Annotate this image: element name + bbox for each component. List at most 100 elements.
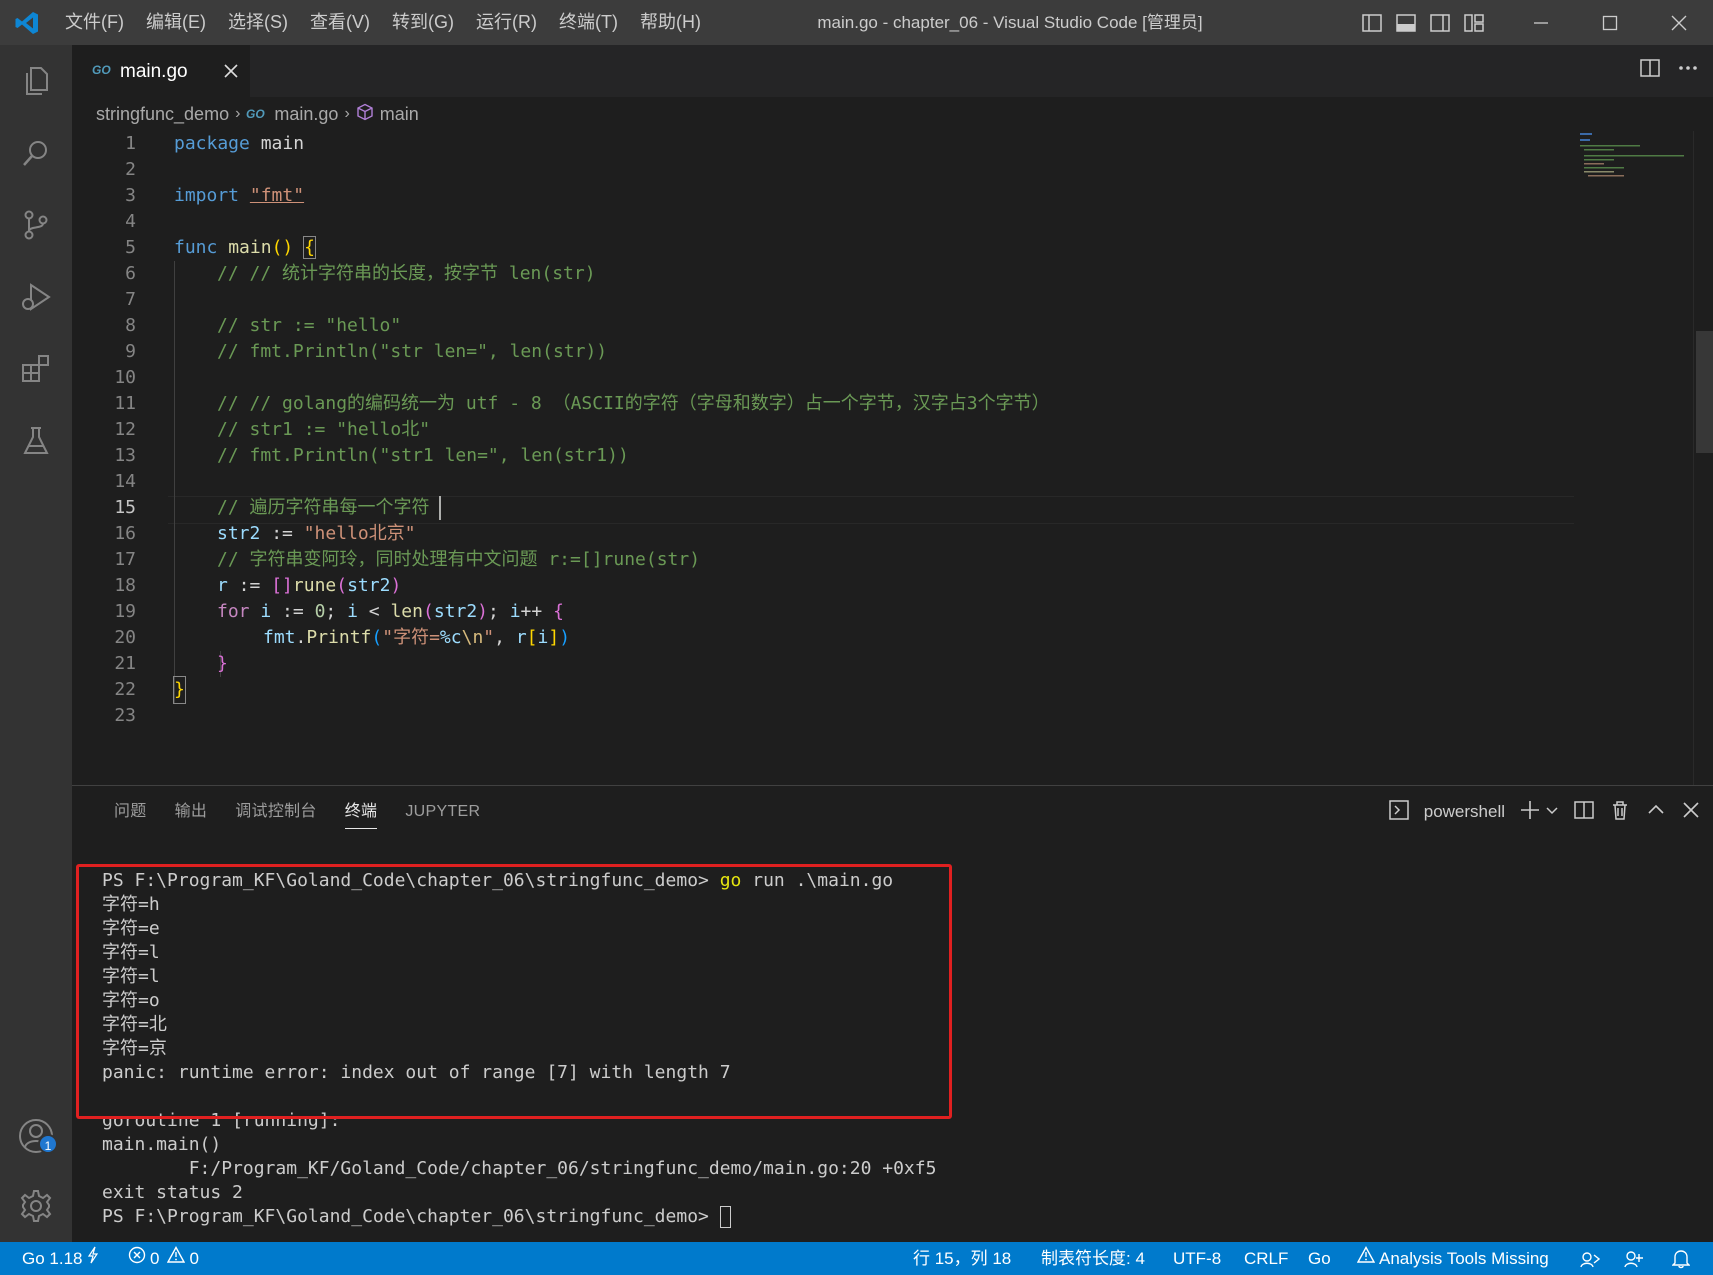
testing-icon[interactable] — [0, 405, 72, 477]
code-token: Printf — [306, 627, 372, 648]
eol-status[interactable]: CRLF — [1244, 1242, 1288, 1275]
notifications-bell-icon[interactable] — [1672, 1242, 1690, 1275]
menu-go[interactable]: 转到(G) — [381, 0, 465, 45]
warning-icon — [167, 1242, 186, 1275]
status-bar: Go 1.18 0 0 行 15，列 18 制表符长度: 4 UTF-8 CRL… — [0, 1242, 1713, 1275]
code-editor[interactable]: 1 package main 2 3 import "fmt" 4 5 func ma… — [72, 131, 1592, 785]
code-comment: // fmt.Println("str len=", len(str)) — [217, 341, 608, 362]
analysis-tools-status[interactable]: Analysis Tools Missing — [1356, 1242, 1549, 1275]
code-token: " — [483, 627, 495, 648]
terminal-line: main.main() — [102, 1134, 222, 1155]
tab-terminal[interactable]: 终端 — [331, 786, 392, 838]
minimize-icon[interactable] — [1506, 0, 1575, 45]
editor-scroll-thumb[interactable] — [1696, 331, 1713, 453]
run-debug-icon[interactable] — [0, 261, 72, 333]
toggle-panel-icon[interactable] — [1392, 9, 1420, 37]
code-token: ) — [390, 575, 402, 596]
new-terminal-icon[interactable] — [1519, 799, 1541, 826]
go-version-status[interactable]: Go 1.18 — [22, 1242, 99, 1275]
menu-file[interactable]: 文件(F) — [54, 0, 135, 45]
customize-layout-icon[interactable] — [1460, 9, 1488, 37]
code-token: ) — [477, 601, 489, 622]
live-share-icon[interactable] — [1580, 1242, 1600, 1275]
trash-icon[interactable] — [1609, 799, 1631, 826]
code-token: \n — [461, 627, 484, 648]
more-actions-icon[interactable] — [1677, 57, 1699, 84]
problems-status[interactable]: 0 0 — [128, 1242, 199, 1275]
menu-view[interactable]: 查看(V) — [299, 0, 381, 45]
minimap[interactable] — [1578, 131, 1688, 191]
maximize-icon[interactable] — [1575, 0, 1644, 45]
code-line: 20 fmt.Printf("字符=%c\n", r[i]) — [72, 625, 1572, 651]
search-icon[interactable] — [0, 117, 72, 189]
text-cursor — [439, 496, 441, 520]
breadcrumb-symbol[interactable]: main — [380, 104, 419, 125]
tab-problems[interactable]: 问题 — [100, 786, 161, 838]
tab-size-status[interactable]: 制表符长度: 4 — [1041, 1242, 1145, 1275]
svg-text:GO: GO — [92, 63, 111, 76]
code-line: 2 — [72, 157, 1572, 183]
line-number: 1 — [125, 133, 136, 154]
code-token: %c — [439, 627, 462, 648]
error-count: 0 — [150, 1249, 160, 1268]
code-token: str2 — [217, 523, 261, 544]
code-token: ] — [548, 627, 560, 648]
editor-scrollbar[interactable] — [1693, 131, 1713, 785]
tab-output[interactable]: 输出 — [161, 786, 222, 838]
code-token: ; — [325, 601, 348, 622]
menu-selection[interactable]: 选择(S) — [217, 0, 299, 45]
lightning-icon — [87, 1242, 99, 1275]
code-token: := — [227, 575, 272, 596]
code-token: "字符= — [382, 627, 440, 648]
code-line: 12 // str1 := "hello北" — [72, 417, 1572, 443]
toggle-primary-sidebar-icon[interactable] — [1358, 9, 1386, 37]
code-token: r — [515, 627, 527, 648]
vscode-logo-icon — [0, 0, 54, 45]
terminal-line: exit status 2 — [102, 1182, 243, 1203]
menu-terminal[interactable]: 终端(T) — [548, 0, 629, 45]
line-number: 18 — [114, 575, 136, 596]
code-token: ( — [371, 627, 383, 648]
menu-edit[interactable]: 编辑(E) — [135, 0, 217, 45]
accounts-icon[interactable] — [0, 1100, 72, 1172]
code-token: ; — [488, 601, 510, 622]
menu-bar: 文件(F) 编辑(E) 选择(S) 查看(V) 转到(G) 运行(R) 终端(T… — [54, 0, 712, 45]
line-number: 17 — [114, 549, 136, 570]
code-token: } — [217, 653, 228, 674]
explorer-icon[interactable] — [0, 45, 72, 117]
terminal-shell-name[interactable]: powershell — [1424, 802, 1505, 822]
close-panel-icon[interactable] — [1681, 800, 1701, 825]
toggle-secondary-sidebar-icon[interactable] — [1426, 9, 1454, 37]
code-line: 16 str2 := "hello北京" — [72, 521, 1572, 547]
code-line: 22} — [72, 676, 1572, 704]
code-token: } — [173, 676, 186, 704]
activity-bar: 1 — [0, 45, 72, 1242]
code-token: ( — [422, 601, 434, 622]
maximize-panel-chevron-up-icon[interactable] — [1645, 799, 1667, 826]
feedback-icon[interactable] — [1624, 1242, 1644, 1275]
split-terminal-icon[interactable] — [1573, 799, 1595, 826]
breadcrumb-folder[interactable]: stringfunc_demo — [96, 104, 229, 125]
terminal-line: F:/Program_KF/Goland_Code/chapter_06/str… — [102, 1158, 937, 1179]
language-status[interactable]: Go — [1308, 1242, 1331, 1275]
highlight-annotation-box — [76, 864, 952, 1119]
close-window-icon[interactable] — [1644, 0, 1713, 45]
close-tab-icon[interactable] — [220, 60, 242, 82]
code-line: 14 — [72, 469, 1572, 495]
tab-jupyter[interactable]: JUPYTER — [391, 786, 494, 838]
code-token: fmt — [263, 627, 296, 648]
code-line: 5 func main() { — [72, 235, 1572, 261]
terminal-dropdown-chevron-down-icon[interactable] — [1545, 803, 1559, 822]
encoding-status[interactable]: UTF-8 — [1173, 1242, 1221, 1275]
code-comment: // 遍历字符串每一个字符 — [217, 497, 430, 518]
manage-gear-icon[interactable] — [0, 1170, 72, 1242]
code-token: r — [217, 575, 228, 596]
menu-run[interactable]: 运行(R) — [465, 0, 548, 45]
tab-main-go[interactable]: GO main.go — [72, 45, 250, 97]
source-control-icon[interactable] — [0, 189, 72, 261]
split-editor-icon[interactable] — [1639, 57, 1661, 84]
breadcrumb-file[interactable]: main.go — [274, 104, 338, 125]
cursor-position-status[interactable]: 行 15，列 18 — [913, 1242, 1011, 1275]
extensions-icon[interactable] — [0, 333, 72, 405]
tab-debug-console[interactable]: 调试控制台 — [221, 786, 331, 838]
